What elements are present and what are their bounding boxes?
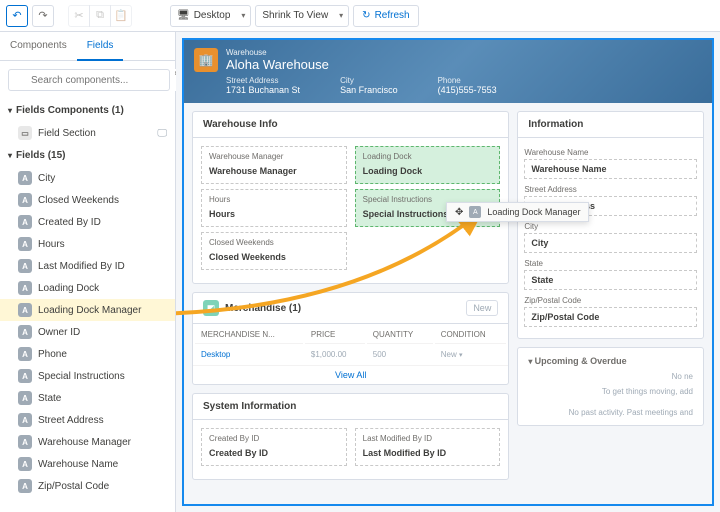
field-item-loading-dock-manager[interactable]: ALoading Dock Manager (0, 299, 175, 321)
tab-fields[interactable]: Fields (77, 32, 124, 61)
field-item-special-instructions[interactable]: ASpecial Instructions (0, 365, 175, 387)
field-type-icon: A (18, 215, 32, 229)
field-box[interactable]: Warehouse Name (524, 159, 697, 179)
undo-button[interactable]: ↶ (6, 5, 28, 27)
field-icon: A (469, 206, 481, 218)
field-type-icon: A (18, 303, 32, 317)
field-item-warehouse-manager[interactable]: AWarehouse Manager (0, 431, 175, 453)
field-type-icon: A (18, 325, 32, 339)
zoom-select[interactable]: Shrink To View (255, 5, 349, 27)
warehouse-icon: 🏢 (194, 48, 218, 72)
field-item-warehouse-name[interactable]: AWarehouse Name (0, 453, 175, 475)
object-label: Warehouse (226, 48, 329, 57)
device-select[interactable]: 🖥Desktop (170, 5, 251, 27)
field-type-icon: A (18, 435, 32, 449)
canvas: 🏢 Warehouse Aloha Warehouse Street Addre… (176, 32, 720, 512)
merchandise-title: Merchandise (1) (225, 303, 301, 314)
merchandise-card[interactable]: ◩ Merchandise (1) New MERCHANDISE N...PR… (192, 292, 509, 385)
redo-button[interactable]: ↷ (32, 5, 54, 27)
information-title: Information (518, 112, 703, 138)
system-info-title: System Information (193, 394, 508, 420)
field-type-icon: A (18, 479, 32, 493)
warehouse-info-title: Warehouse Info (193, 112, 508, 138)
fields-header[interactable]: Fields (15) (0, 144, 175, 167)
copy-button[interactable]: ⧉ (89, 5, 111, 27)
field-type-icon: A (18, 413, 32, 427)
field-item-owner-id[interactable]: AOwner ID (0, 321, 175, 343)
page-header: 🏢 Warehouse Aloha Warehouse Street Addre… (184, 40, 712, 103)
tab-components[interactable]: Components (0, 32, 77, 60)
table-cell[interactable]: Desktop (195, 346, 303, 363)
search-input[interactable] (8, 69, 170, 91)
table-cell: $1,000.00 (305, 346, 365, 363)
field-type-icon: A (18, 391, 32, 405)
field-item-loading-dock[interactable]: ALoading Dock (0, 277, 175, 299)
field-type-icon: A (18, 281, 32, 295)
field-item-street-address[interactable]: AStreet Address (0, 409, 175, 431)
view-all-link[interactable]: View All (193, 365, 508, 384)
new-button[interactable]: New (466, 300, 498, 316)
table-cell[interactable]: New ▾ (435, 346, 507, 363)
merchandise-icon: ◩ (203, 300, 219, 316)
field-type-icon: A (18, 237, 32, 251)
field-type-icon: A (18, 369, 32, 383)
field-type-icon: A (18, 171, 32, 185)
field-type-icon: A (18, 457, 32, 471)
refresh-button[interactable]: ↻ Refresh (353, 5, 418, 27)
drag-ghost: ✥ A Loading Dock Manager (446, 202, 589, 222)
field-item-city[interactable]: ACity (0, 167, 175, 189)
top-toolbar: ↶ ↷ ✂ ⧉ 📋 🖥Desktop Shrink To View ↻ Refr… (0, 0, 720, 32)
fields-components-header[interactable]: Fields Components (1) (0, 99, 175, 122)
field-section-item[interactable]: ▭ Field Section 🖵 (0, 122, 175, 144)
field-item-hours[interactable]: AHours (0, 233, 175, 255)
field-type-icon: A (18, 259, 32, 273)
warehouse-info-card[interactable]: Warehouse Info Warehouse ManagerWarehous… (192, 111, 509, 284)
field-box[interactable]: City (524, 233, 697, 253)
table-cell: 500 (367, 346, 433, 363)
section-icon: ▭ (18, 126, 32, 140)
field-item-zip-postal-code[interactable]: AZip/Postal Code (0, 475, 175, 497)
preview-icon: 🖵 (157, 128, 167, 139)
upcoming-card[interactable]: ▾ Upcoming & Overdue No ne To get things… (517, 347, 704, 426)
field-item-closed-weekends[interactable]: AClosed Weekends (0, 189, 175, 211)
field-box[interactable]: Closed WeekendsClosed Weekends (201, 232, 347, 270)
refresh-icon: ↻ (362, 10, 370, 21)
field-type-icon: A (18, 347, 32, 361)
field-item-created-by-id[interactable]: ACreated By ID (0, 211, 175, 233)
field-box[interactable]: State (524, 270, 697, 290)
information-card[interactable]: Information Warehouse NameWarehouse Name… (517, 111, 704, 339)
field-box[interactable]: Warehouse ManagerWarehouse Manager (201, 146, 347, 184)
cut-button[interactable]: ✂ (68, 5, 90, 27)
field-box[interactable]: HoursHours (201, 189, 347, 227)
paste-button[interactable]: 📋 (110, 5, 132, 27)
page-title: Aloha Warehouse (226, 57, 329, 72)
field-box[interactable]: Loading DockLoading Dock (355, 146, 501, 184)
field-item-phone[interactable]: APhone (0, 343, 175, 365)
field-type-icon: A (18, 193, 32, 207)
sidebar: Components Fields ⚙ ▾ Fields Components … (0, 32, 176, 512)
field-box[interactable]: Zip/Postal Code (524, 307, 697, 327)
system-info-card[interactable]: System Information Created By IDCreated … (192, 393, 509, 480)
field-item-state[interactable]: AState (0, 387, 175, 409)
field-item-last-modified-by-id[interactable]: ALast Modified By ID (0, 255, 175, 277)
